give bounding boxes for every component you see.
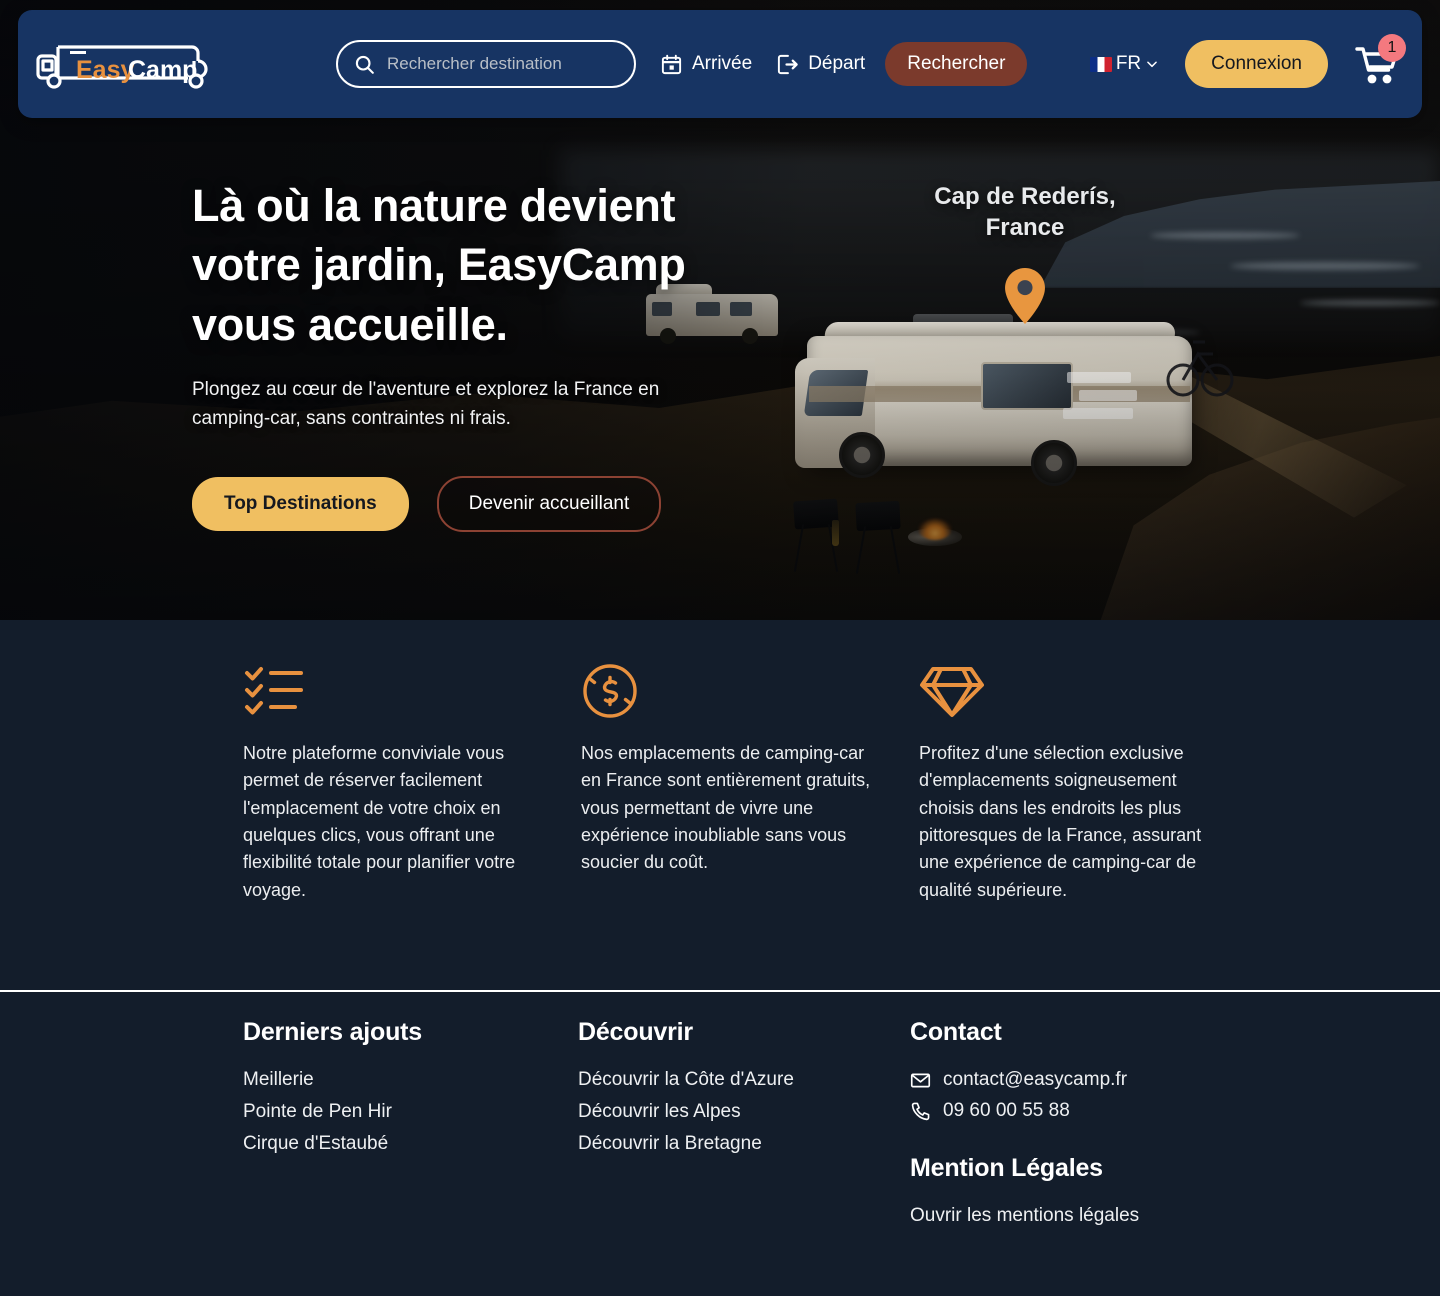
login-button[interactable]: Connexion — [1185, 40, 1328, 88]
footer-link-latest[interactable]: Pointe de Pen Hir — [243, 1101, 578, 1123]
footer-phone: 09 60 00 55 88 — [943, 1100, 1070, 1121]
departure-date-picker[interactable]: Départ — [776, 53, 865, 76]
arrival-date-picker[interactable]: Arrivée — [660, 53, 752, 76]
checklist-icon — [245, 667, 303, 715]
feature-icon-wrap — [581, 660, 871, 722]
calendar-icon — [661, 54, 682, 74]
navbar: Easy Camp Arrivée D — [18, 10, 1422, 118]
feature-text: Profitez d'une sélection exclusive d'emp… — [919, 743, 1202, 900]
feature-item: Notre plateforme conviviale vous permet … — [243, 660, 581, 904]
logo[interactable]: Easy Camp — [36, 36, 226, 92]
search-button[interactable]: Rechercher — [885, 42, 1028, 86]
footer-link-legal[interactable]: Ouvrir les mentions légales — [910, 1205, 1270, 1227]
footer-columns: Derniers ajouts Meillerie Pointe de Pen … — [0, 992, 1440, 1237]
arrival-label: Arrivée — [692, 53, 753, 74]
language-selector[interactable]: FR — [1089, 53, 1159, 75]
map-pin-icon — [1005, 268, 1045, 324]
logo-text-camp: Camp — [128, 56, 197, 84]
feature-icon-wrap — [243, 660, 533, 722]
footer-column-latest: Derniers ajouts Meillerie Pointe de Pen … — [243, 1018, 578, 1237]
departure-label: Départ — [808, 53, 866, 74]
diamond-icon — [920, 667, 984, 717]
footer-heading-contact: Contact — [910, 1018, 1002, 1046]
footer-heading-latest: Derniers ajouts — [243, 1018, 423, 1046]
feature-item: Profitez d'une sélection exclusive d'emp… — [919, 660, 1257, 904]
feature-text: Nos emplacements de camping-car en Franc… — [581, 743, 871, 873]
logo-text-easy: Easy — [76, 56, 134, 84]
cart-button[interactable]: 1 — [1354, 34, 1406, 86]
footer-column-discover: Découvrir Découvrir la Côte d'Azure Déco… — [578, 1018, 910, 1237]
top-destinations-button[interactable]: Top Destinations — [192, 476, 409, 531]
footer-heading-legal: Mention Légales — [910, 1154, 1103, 1182]
footer-email-row[interactable]: contact@easycamp.fr — [910, 1069, 1270, 1091]
footer-link-latest[interactable]: Cirque d'Estaubé — [243, 1133, 578, 1155]
hero-actions: Top Destinations Devenir accueillant — [192, 475, 712, 532]
hero-title: Là où la nature devient votre jardin, Ea… — [192, 180, 686, 350]
campervan-icon: Easy Camp — [36, 45, 208, 89]
feature-icon-wrap — [919, 660, 1209, 722]
chevron-down-icon — [1147, 61, 1157, 68]
footer-link-discover[interactable]: Découvrir la Bretagne — [578, 1133, 910, 1155]
footer: Derniers ajouts Meillerie Pointe de Pen … — [0, 992, 1440, 1296]
footer-link-latest[interactable]: Meillerie — [243, 1069, 578, 1091]
search-box[interactable] — [336, 40, 636, 88]
hero-subtitle: Plongez au cœur de l'aventure et explore… — [192, 379, 660, 430]
footer-phone-row[interactable]: 09 60 00 55 88 — [910, 1100, 1270, 1122]
phone-icon — [911, 1102, 930, 1120]
become-host-button[interactable]: Devenir accueillant — [436, 475, 662, 532]
navbar-right: FR Connexion 1 — [1089, 34, 1406, 88]
hero-content: Là où la nature devient votre jardin, Ea… — [192, 176, 712, 532]
hero-place-label: Cap de Rederís, France — [934, 183, 1116, 241]
footer-link-discover[interactable]: Découvrir les Alpes — [578, 1101, 910, 1123]
flag-fr-icon — [1089, 56, 1112, 72]
footer-email: contact@easycamp.fr — [943, 1069, 1128, 1090]
feature-text: Notre plateforme conviviale vous permet … — [243, 743, 516, 900]
feature-item: Nos emplacements de camping-car en Franc… — [581, 660, 919, 904]
language-label: FR — [1115, 53, 1142, 74]
search-icon — [355, 55, 374, 74]
footer-column-contact: Contact contact@easycamp.fr 09 60 00 55 … — [910, 1018, 1270, 1237]
mail-icon — [910, 1073, 931, 1087]
search-input[interactable] — [387, 42, 618, 86]
page-root: Là où la nature devient votre jardin, Ea… — [0, 0, 1440, 1296]
footer-link-discover[interactable]: Découvrir la Côte d'Azure — [578, 1069, 910, 1091]
features-section: Notre plateforme conviviale vous permet … — [0, 620, 1440, 991]
cart-badge: 1 — [1378, 34, 1406, 62]
logout-icon — [778, 54, 798, 74]
features-list: Notre plateforme conviviale vous permet … — [0, 660, 1440, 904]
dollar-circle-icon — [583, 664, 637, 718]
footer-heading-discover: Découvrir — [578, 1018, 693, 1046]
